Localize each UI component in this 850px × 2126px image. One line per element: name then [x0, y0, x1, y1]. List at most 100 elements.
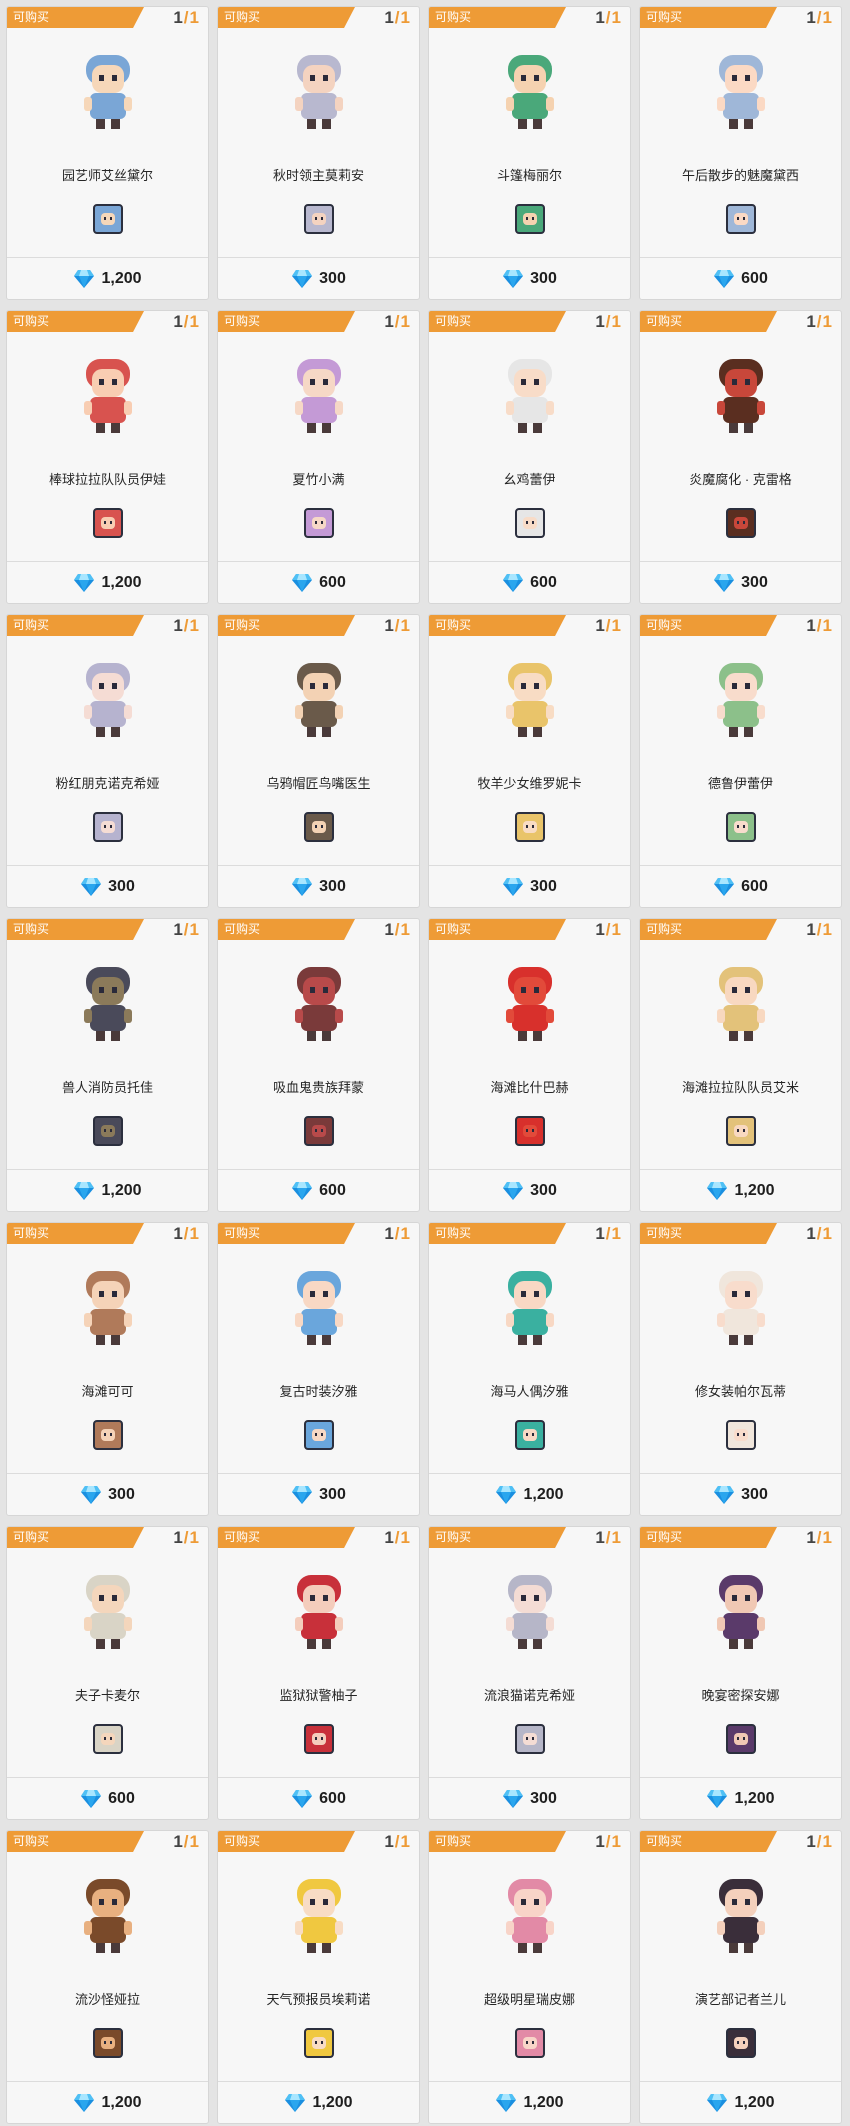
purchase-max: 1 — [189, 312, 200, 331]
purchase-limit: 1/1 — [384, 920, 411, 940]
purchasable-tag: 可购买 — [640, 7, 777, 28]
price-row[interactable]: 1,200 — [218, 2093, 419, 2113]
price-row[interactable]: 300 — [640, 1485, 841, 1505]
shop-item-card[interactable]: 可购买 1/1 秋时领主莫莉安 300 — [217, 6, 420, 300]
diamond-icon — [714, 1486, 735, 1504]
shop-item-card[interactable]: 可购买 1/1 夫子卡麦尔 600 — [6, 1526, 209, 1820]
shop-item-card[interactable]: 可购买 1/1 夏竹小满 600 — [217, 310, 420, 604]
shop-item-card[interactable]: 可购买 1/1 复古时装汐雅 300 — [217, 1222, 420, 1516]
shop-item-card[interactable]: 可购买 1/1 幺鸡蕾伊 600 — [428, 310, 631, 604]
price-row[interactable]: 600 — [429, 573, 630, 593]
purchase-count: 1 — [384, 8, 395, 27]
card-divider — [7, 2081, 208, 2082]
shop-item-card[interactable]: 可购买 1/1 乌鸦帽匠鸟嘴医生 300 — [217, 614, 420, 908]
character-sprite — [277, 49, 361, 133]
card-divider — [640, 561, 841, 562]
purchasable-label: 可购买 — [224, 1226, 261, 1240]
shop-item-card[interactable]: 可购买 1/1 牧羊少女维罗妮卡 300 — [428, 614, 631, 908]
purchasable-label: 可购买 — [435, 1530, 472, 1544]
price-row[interactable]: 600 — [218, 1789, 419, 1809]
purchase-count: 1 — [384, 1224, 395, 1243]
card-divider — [218, 1777, 419, 1778]
purchase-count: 1 — [173, 1528, 184, 1547]
price-row[interactable]: 300 — [218, 269, 419, 289]
purchase-max: 1 — [822, 1224, 833, 1243]
price-row[interactable]: 300 — [429, 1789, 630, 1809]
shop-item-card[interactable]: 可购买 1/1 粉红朋克诺克希娅 300 — [6, 614, 209, 908]
shop-item-card[interactable]: 可购买 1/1 德鲁伊蕾伊 600 — [639, 614, 842, 908]
price-row[interactable]: 300 — [7, 1485, 208, 1505]
character-name: 斗篷梅丽尔 — [496, 168, 562, 183]
shop-item-card[interactable]: 可购买 1/1 晚宴密探安娜 1,200 — [639, 1526, 842, 1820]
price-row[interactable]: 300 — [429, 877, 630, 897]
character-sprite — [699, 1569, 783, 1653]
price-row[interactable]: 300 — [218, 1485, 419, 1505]
shop-item-card[interactable]: 可购买 1/1 海马人偶汐雅 1,200 — [428, 1222, 631, 1516]
price-row[interactable]: 1,200 — [640, 2093, 841, 2113]
purchasable-label: 可购买 — [646, 1834, 683, 1848]
price-row[interactable]: 300 — [7, 877, 208, 897]
price-row[interactable]: 600 — [7, 1789, 208, 1809]
purchase-limit: 1/1 — [173, 920, 200, 940]
character-sprite — [699, 49, 783, 133]
shop-item-card[interactable]: 可购买 1/1 午后散步的魅魔黛西 600 — [639, 6, 842, 300]
purchasable-label: 可购买 — [224, 922, 261, 936]
price-row[interactable]: 600 — [218, 573, 419, 593]
shop-item-card[interactable]: 可购买 1/1 流沙怪娅拉 1,200 — [6, 1830, 209, 2124]
price-row[interactable]: 1,200 — [7, 1181, 208, 1201]
shop-item-card[interactable]: 可购买 1/1 棒球拉拉队队员伊娃 1,200 — [6, 310, 209, 604]
character-sprite — [488, 353, 572, 437]
shop-item-card[interactable]: 可购买 1/1 海滩比什巴赫 300 — [428, 918, 631, 1212]
price-row[interactable]: 1,200 — [7, 269, 208, 289]
card-divider — [429, 561, 630, 562]
character-portrait-icon — [92, 1116, 123, 1146]
shop-item-card[interactable]: 可购买 1/1 流浪猫诺克希娅 300 — [428, 1526, 631, 1820]
price-row[interactable]: 600 — [640, 269, 841, 289]
character-sprite — [699, 1873, 783, 1957]
shop-item-card[interactable]: 可购买 1/1 修女装帕尔瓦蒂 300 — [639, 1222, 842, 1516]
character-name: 德鲁伊蕾伊 — [707, 776, 773, 791]
price-row[interactable]: 1,200 — [640, 1181, 841, 1201]
price-row[interactable]: 300 — [429, 269, 630, 289]
shop-item-card[interactable]: 可购买 1/1 兽人消防员托佳 1,200 — [6, 918, 209, 1212]
purchase-max: 1 — [611, 920, 622, 939]
price-row[interactable]: 600 — [640, 877, 841, 897]
shop-item-card[interactable]: 可购买 1/1 海滩可可 300 — [6, 1222, 209, 1516]
shop-item-card[interactable]: 可购买 1/1 超级明星瑞皮娜 1,200 — [428, 1830, 631, 2124]
shop-item-card[interactable]: 可购买 1/1 海滩拉拉队队员艾米 1,200 — [639, 918, 842, 1212]
price-row[interactable]: 1,200 — [640, 1789, 841, 1809]
purchasable-label: 可购买 — [224, 1530, 261, 1544]
character-portrait-icon — [725, 1116, 756, 1146]
purchasable-tag: 可购买 — [7, 1831, 144, 1852]
price-row[interactable]: 1,200 — [429, 2093, 630, 2113]
price-row[interactable]: 1,200 — [429, 1485, 630, 1505]
shop-item-card[interactable]: 可购买 1/1 演艺部记者兰儿 1,200 — [639, 1830, 842, 2124]
shop-item-card[interactable]: 可购买 1/1 吸血鬼贵族拜蒙 600 — [217, 918, 420, 1212]
purchasable-tag: 可购买 — [218, 1223, 355, 1244]
price-row[interactable]: 300 — [640, 573, 841, 593]
diamond-icon — [503, 878, 524, 896]
price-value: 1,200 — [312, 2094, 353, 2111]
purchasable-tag: 可购买 — [640, 1527, 777, 1548]
price-row[interactable]: 600 — [218, 1181, 419, 1201]
character-name: 吸血鬼贵族拜蒙 — [272, 1080, 364, 1095]
price-value: 600 — [319, 1182, 346, 1199]
purchasable-label: 可购买 — [224, 314, 261, 328]
purchase-count: 1 — [595, 616, 606, 635]
card-divider — [640, 2081, 841, 2082]
price-row[interactable]: 1,200 — [7, 573, 208, 593]
purchase-max: 1 — [822, 1528, 833, 1547]
shop-item-card[interactable]: 可购买 1/1 斗篷梅丽尔 300 — [428, 6, 631, 300]
price-row[interactable]: 300 — [218, 877, 419, 897]
character-name: 流浪猫诺克希娅 — [483, 1688, 575, 1703]
shop-item-card[interactable]: 可购买 1/1 炎魔腐化 · 克雷格 300 — [639, 310, 842, 604]
price-row[interactable]: 1,200 — [7, 2093, 208, 2113]
shop-item-card[interactable]: 可购买 1/1 监狱狱警柚子 600 — [217, 1526, 420, 1820]
shop-item-card[interactable]: 可购买 1/1 天气预报员埃莉诺 1,200 — [217, 1830, 420, 2124]
shop-item-card[interactable]: 可购买 1/1 园艺师艾丝黛尔 1,200 — [6, 6, 209, 300]
purchase-limit: 1/1 — [384, 1832, 411, 1852]
purchase-limit: 1/1 — [806, 312, 833, 332]
price-row[interactable]: 300 — [429, 1181, 630, 1201]
price-value: 300 — [319, 878, 346, 895]
card-divider — [7, 561, 208, 562]
